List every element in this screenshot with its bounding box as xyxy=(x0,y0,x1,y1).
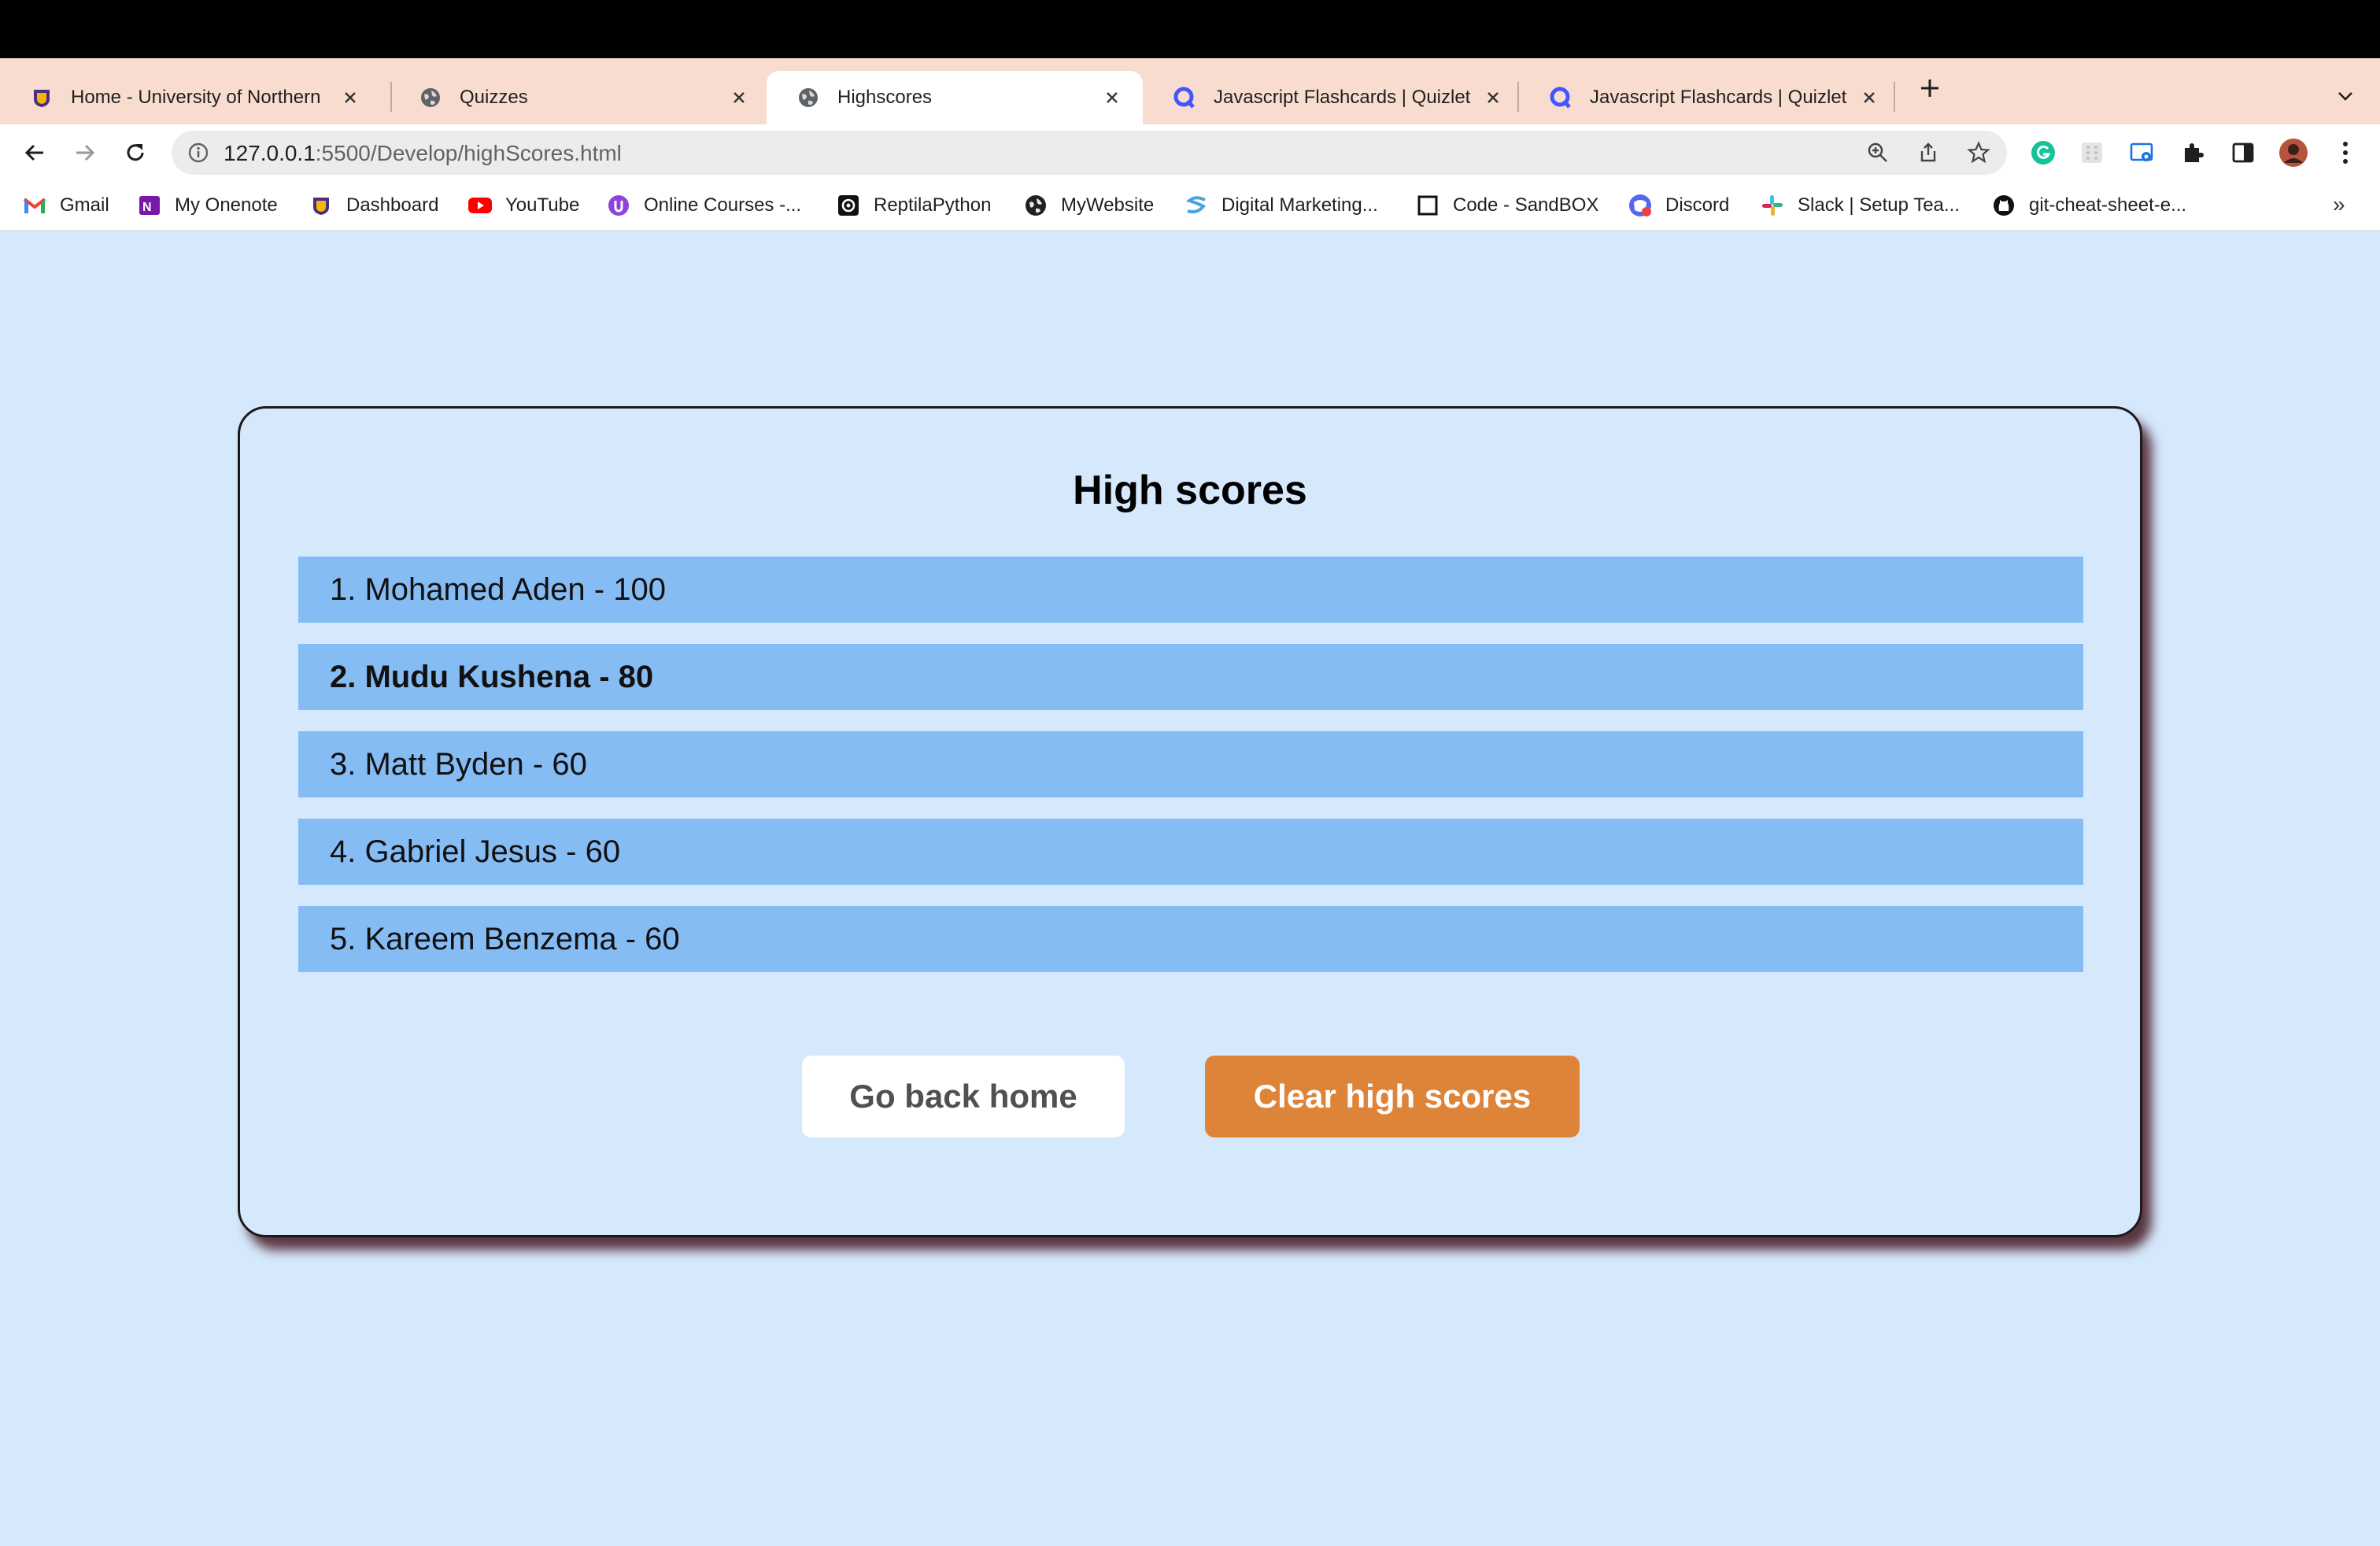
site-info-icon[interactable] xyxy=(186,140,211,165)
arrow-right-icon xyxy=(76,144,95,161)
bookmark-label: YouTube xyxy=(505,194,580,216)
bookmark-label: Slack | Setup Tea... xyxy=(1798,194,1960,216)
github-icon xyxy=(1991,193,2016,218)
bookmark-digital-marketing[interactable]: Digital Marketing... xyxy=(1184,189,1378,222)
screen-capture-icon[interactable] xyxy=(2125,135,2160,170)
tab-quizlet-2[interactable]: Javascript Flashcards | Quizlet xyxy=(1519,71,1900,124)
quizlet-icon xyxy=(1549,86,1572,109)
university-logo-icon xyxy=(309,193,334,218)
zoom-icon[interactable] xyxy=(1864,139,1892,167)
quizlet-icon xyxy=(1173,86,1196,109)
bookmark-git-cheat-sheet[interactable]: git-cheat-sheet-e... xyxy=(1991,189,2186,222)
profile-avatar[interactable] xyxy=(2276,135,2311,170)
grammarly-icon[interactable] xyxy=(2026,135,2060,170)
bookmark-online-courses[interactable]: Online Courses -... xyxy=(606,189,801,222)
bookmark-youtube[interactable]: YouTube xyxy=(468,189,579,222)
tab-quizlet-1[interactable]: Javascript Flashcards | Quizlet xyxy=(1143,71,1524,124)
discord-icon xyxy=(1628,193,1653,218)
url-host: 127.0.0.1 xyxy=(224,141,316,165)
python-icon xyxy=(836,193,861,218)
score-item: 4. Gabriel Jesus - 60 xyxy=(298,819,2083,885)
url-path: :5500/Develop/highScores.html xyxy=(315,141,622,165)
chevron-down-icon xyxy=(2338,92,2352,101)
university-logo-icon xyxy=(30,86,54,109)
bookmark-dashboard[interactable]: Dashboard xyxy=(309,189,438,222)
go-back-home-button[interactable]: Go back home xyxy=(802,1056,1125,1137)
sandbox-icon xyxy=(1415,193,1440,218)
tab-title: Javascript Flashcards | Quizlet xyxy=(1214,87,1471,108)
tab-title: Home - University of Northern xyxy=(71,87,321,108)
tab-search-button[interactable] xyxy=(2331,82,2360,110)
gmail-icon xyxy=(22,193,47,218)
bookmark-label: git-cheat-sheet-e... xyxy=(2029,194,2187,216)
bookmark-my-onenote[interactable]: N My Onenote xyxy=(137,189,278,222)
bookmark-discord[interactable]: Discord xyxy=(1628,189,1729,222)
globe-icon xyxy=(1023,193,1048,218)
close-tab-icon[interactable] xyxy=(338,86,362,109)
new-tab-button[interactable] xyxy=(1914,72,1946,104)
extension-grid-icon[interactable] xyxy=(2075,135,2109,170)
score-item: 5. Kareem Benzema - 60 xyxy=(298,906,2083,972)
bookmark-slack[interactable]: Slack | Setup Tea... xyxy=(1760,189,1960,222)
more-menu-icon[interactable] xyxy=(2328,135,2363,170)
tab-strip: Home - University of Northern Quizzes Hi… xyxy=(0,58,2380,124)
tab-title: Highscores xyxy=(837,87,933,108)
onenote-icon: N xyxy=(137,193,162,218)
side-panel-icon[interactable] xyxy=(2226,135,2260,170)
reload-icon xyxy=(127,144,144,161)
url-text: 127.0.0.1:5500/Develop/highScores.html xyxy=(224,141,622,166)
clear-high-scores-button[interactable]: Clear high scores xyxy=(1205,1056,1580,1137)
score-item: 2. Mudu Kushena - 80 xyxy=(298,644,2083,710)
globe-icon xyxy=(796,86,820,109)
bookmark-label: ReptilaPython xyxy=(874,194,992,216)
highscores-card: High scores 1. Mohamed Aden - 100 2. Mud… xyxy=(238,406,2142,1237)
marketing-icon xyxy=(1184,193,1209,218)
tab-highscores[interactable]: Highscores xyxy=(767,71,1143,124)
youtube-icon xyxy=(468,193,493,218)
tab-quizzes[interactable]: Quizzes xyxy=(389,71,770,124)
slack-icon xyxy=(1760,193,1785,218)
bookmark-label: Online Courses -... xyxy=(644,194,802,216)
score-item: 3. Matt Byden - 60 xyxy=(298,731,2083,797)
system-top-bar xyxy=(0,0,2380,58)
bookmark-label: Gmail xyxy=(60,194,109,216)
bookmark-label: My Onenote xyxy=(175,194,278,216)
bookmark-label: MyWebsite xyxy=(1061,194,1155,216)
bookmark-mywebsite[interactable]: MyWebsite xyxy=(1023,189,1154,222)
courses-icon xyxy=(606,193,631,218)
close-tab-icon[interactable] xyxy=(1857,86,1881,109)
share-icon[interactable] xyxy=(1914,139,1942,167)
score-item: 1. Mohamed Aden - 100 xyxy=(298,557,2083,623)
tab-title: Quizzes xyxy=(460,87,528,108)
bookmark-reptilapython[interactable]: ReptilaPython xyxy=(836,189,991,222)
address-bar[interactable]: 127.0.0.1:5500/Develop/highScores.html xyxy=(172,131,2007,175)
highscores-list: 1. Mohamed Aden - 100 2. Mudu Kushena - … xyxy=(298,557,2083,993)
bookmark-label: Dashboard xyxy=(346,194,439,216)
bookmark-label: Digital Marketing... xyxy=(1221,194,1378,216)
tab-university[interactable]: Home - University of Northern xyxy=(0,71,381,124)
reload-button[interactable] xyxy=(118,135,153,170)
close-tab-icon[interactable] xyxy=(1100,86,1124,109)
close-tab-icon[interactable] xyxy=(727,86,751,109)
bookmark-star-icon[interactable] xyxy=(1964,139,1993,167)
forward-button[interactable] xyxy=(68,135,102,170)
arrow-left-icon xyxy=(24,144,43,161)
plus-icon xyxy=(1921,80,1938,97)
close-tab-icon[interactable] xyxy=(1481,86,1505,109)
tab-title: Javascript Flashcards | Quizlet xyxy=(1590,87,1847,108)
globe-icon xyxy=(419,86,442,109)
bookmarks-bar: Gmail N My Onenote Dashboard YouTube Onl… xyxy=(0,181,2380,231)
browser-toolbar: 127.0.0.1:5500/Develop/highScores.html xyxy=(0,124,2380,181)
svg-text:N: N xyxy=(142,201,152,214)
back-button[interactable] xyxy=(17,135,52,170)
bookmark-code-sandbox[interactable]: Code - SandBOX xyxy=(1415,189,1598,222)
bookmark-gmail[interactable]: Gmail xyxy=(22,189,109,222)
extensions-puzzle-icon[interactable] xyxy=(2175,135,2210,170)
bookmark-label: Discord xyxy=(1665,194,1730,216)
bookmark-label: Code - SandBOX xyxy=(1453,194,1599,216)
page-title: High scores xyxy=(1073,468,1307,513)
tab-separator xyxy=(1894,82,1895,112)
bookmarks-overflow-button[interactable]: » xyxy=(2333,192,2345,217)
